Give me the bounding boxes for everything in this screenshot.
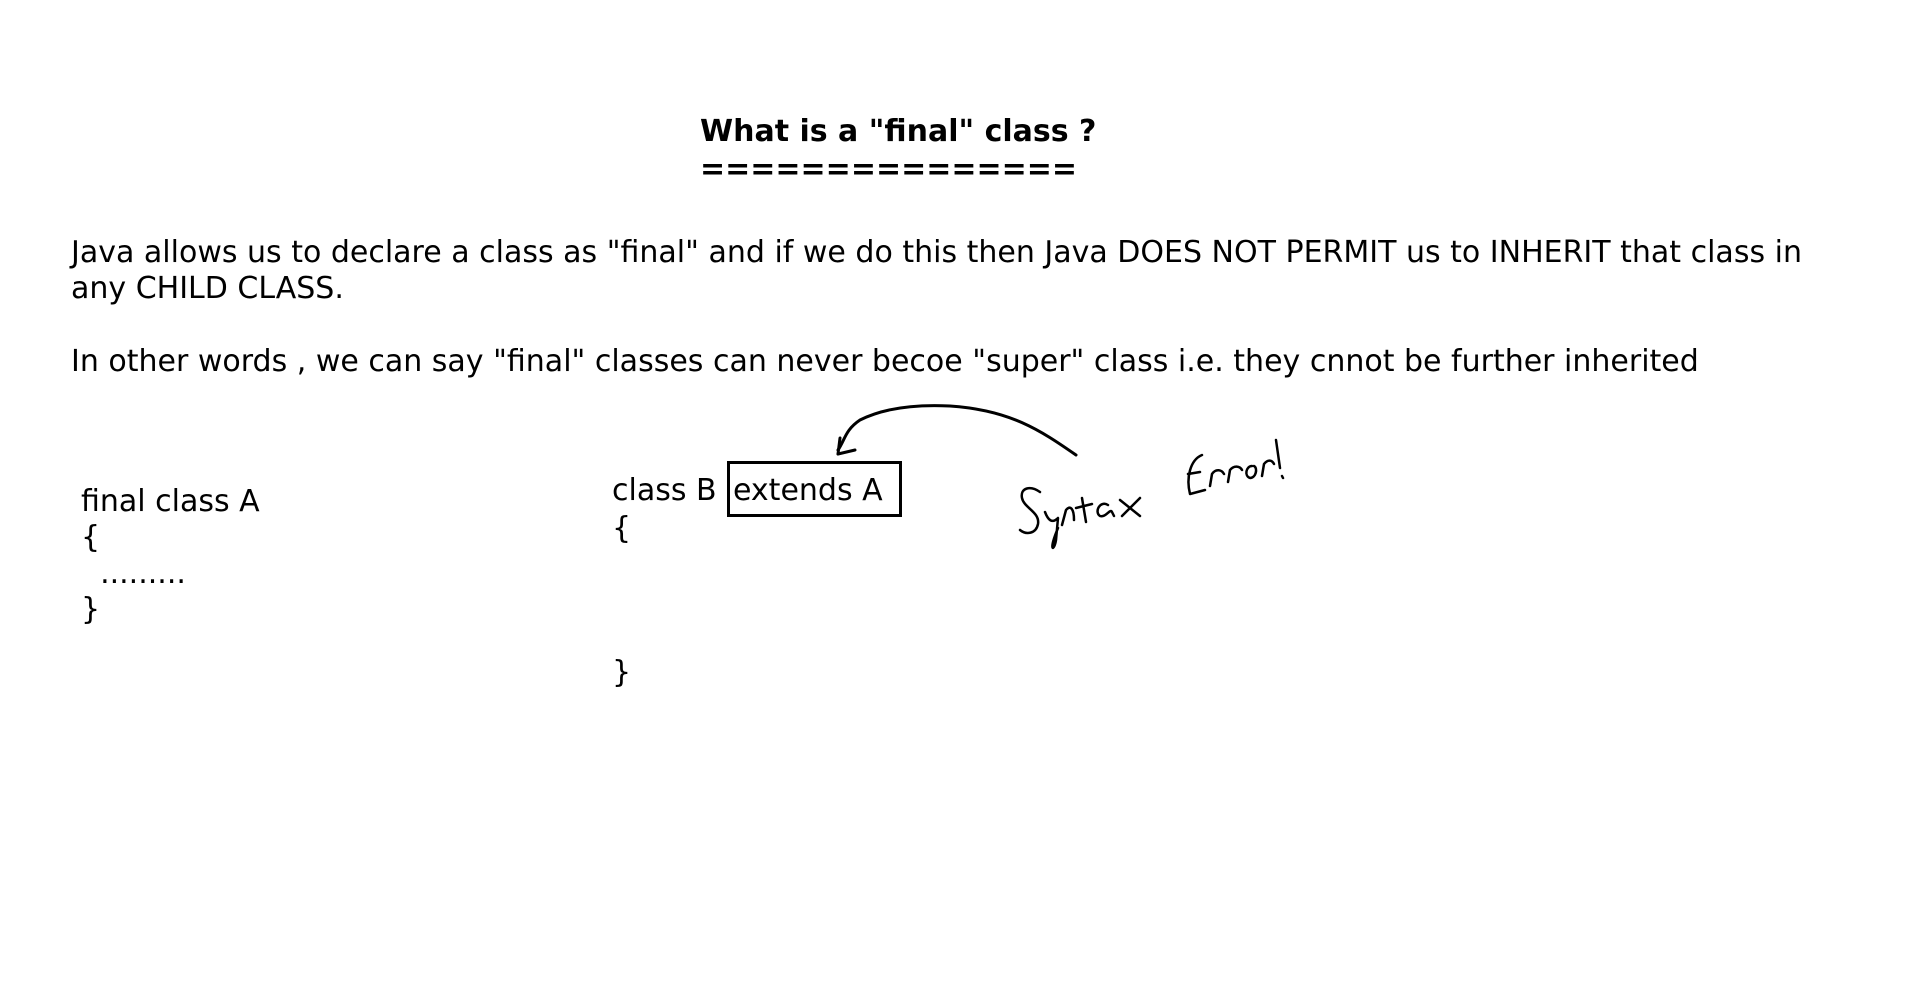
page-title: What is a "final" class ? bbox=[700, 114, 1097, 149]
paragraph-1-line-2: any CHILD CLASS. bbox=[71, 271, 344, 306]
class-b-close-brace: } bbox=[612, 655, 632, 690]
paragraph-1-line-1: Java allows us to declare a class as "fi… bbox=[71, 235, 1802, 270]
whiteboard-page: What is a "final" class ? ==============… bbox=[0, 0, 1920, 991]
class-a-body: ......... bbox=[81, 556, 186, 591]
class-a-close-brace: } bbox=[81, 592, 101, 627]
extends-highlight-box bbox=[727, 461, 902, 517]
title-underline: =============== bbox=[700, 152, 1078, 187]
class-a-open-brace: { bbox=[81, 520, 101, 555]
syntax-error-scribble bbox=[1018, 438, 1285, 550]
class-a-declaration: final class A bbox=[81, 484, 260, 519]
class-b-declaration: class B bbox=[612, 473, 717, 508]
curved-arrow-icon bbox=[836, 404, 1078, 457]
class-b-open-brace: { bbox=[612, 511, 632, 546]
paragraph-2: In other words , we can say "final" clas… bbox=[71, 344, 1699, 379]
